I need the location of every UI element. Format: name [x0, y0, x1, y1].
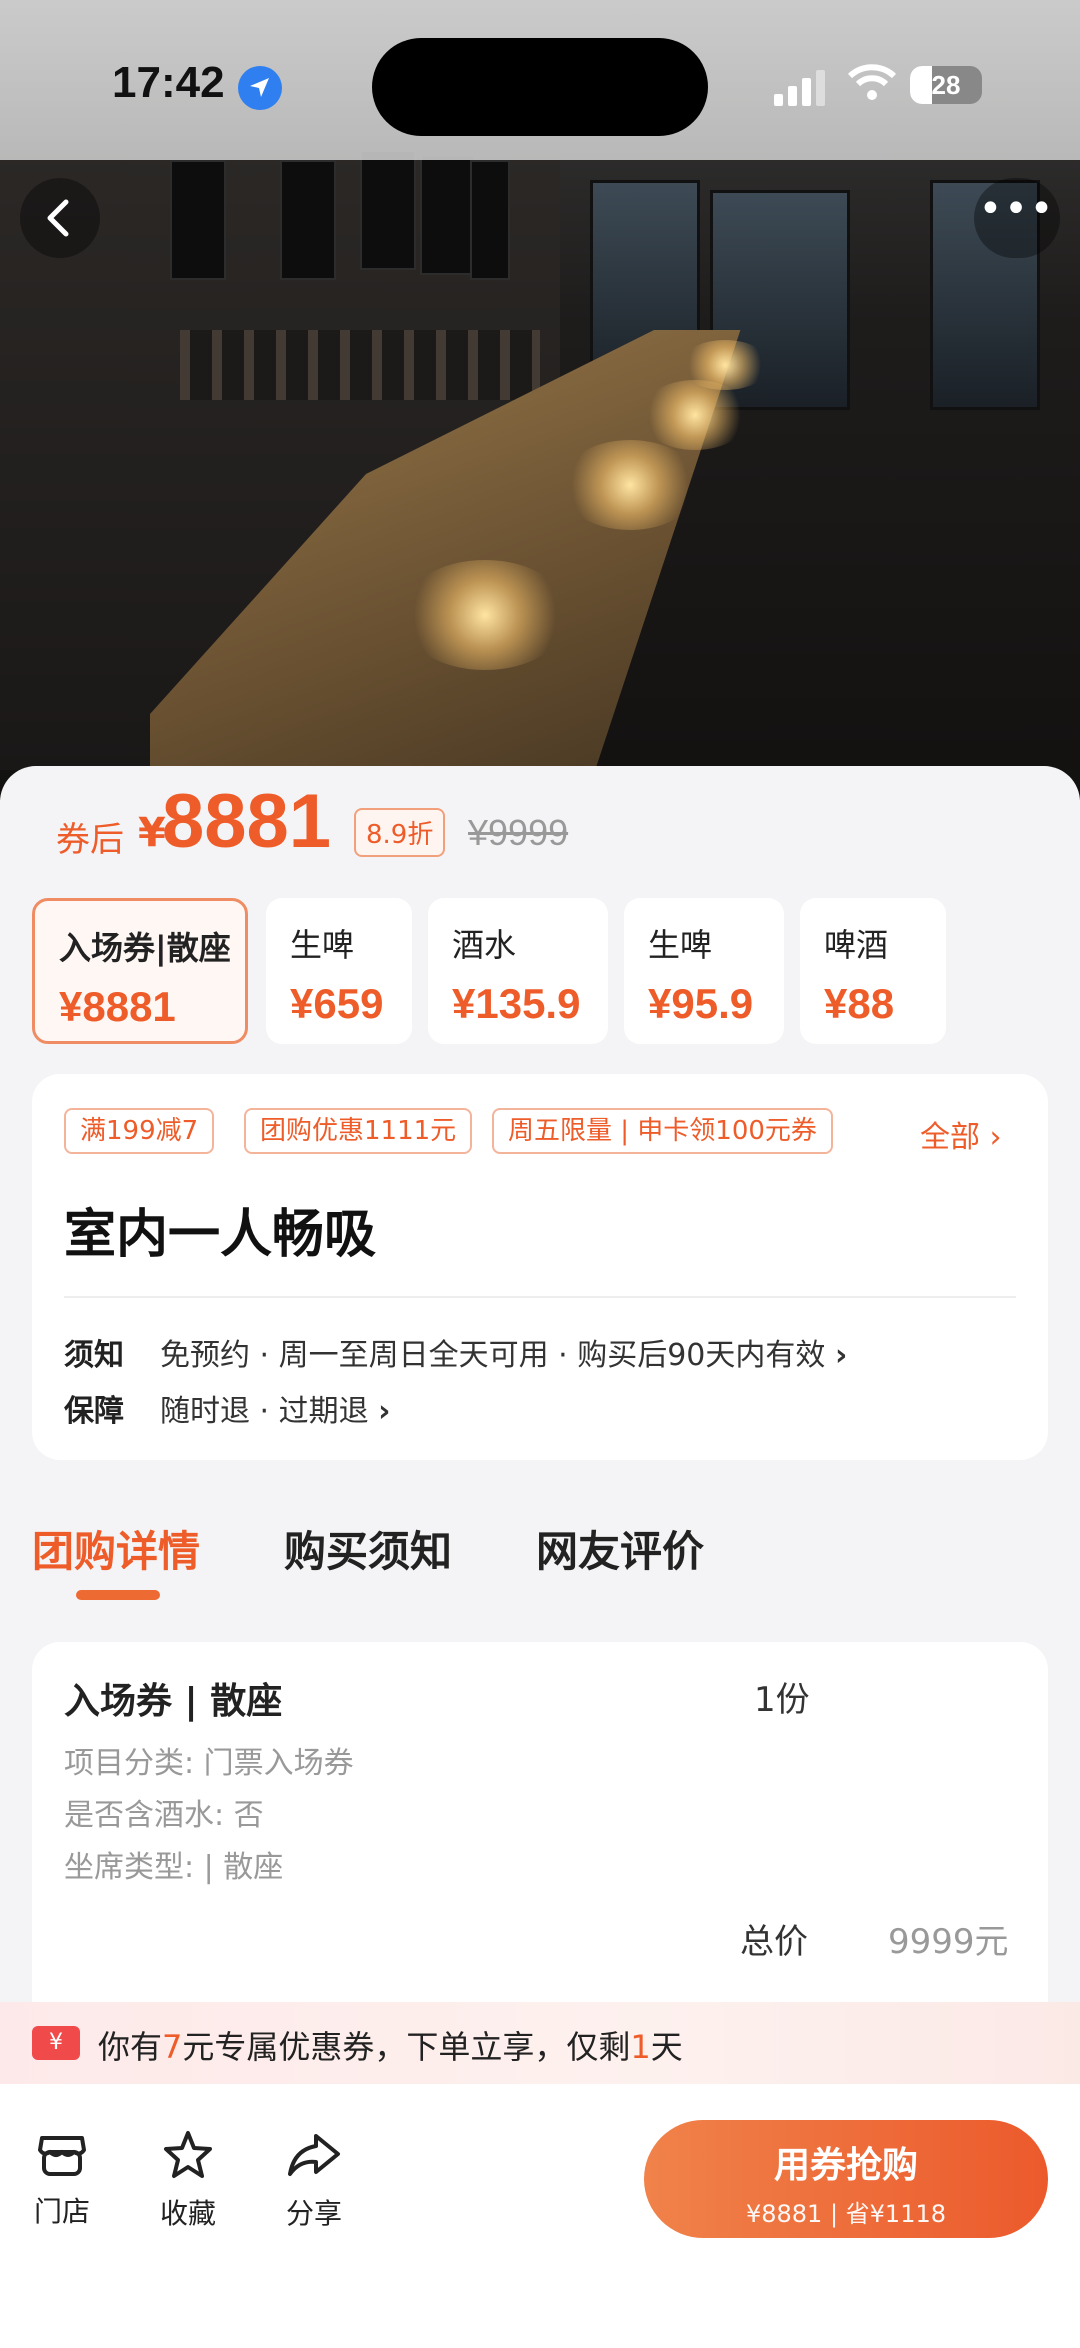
coupon-amount: 7	[162, 2028, 183, 2066]
coupon-text: 你有7元专属优惠券，下单立享，仅剩1天	[98, 2022, 683, 2068]
more-icon: •••	[978, 186, 1056, 232]
package-selector: 入场券|散座 ¥8881 生啤 ¥659 酒水 ¥135.9 生啤 ¥95.9 …	[32, 898, 1052, 1044]
deal-info-card: 满199减7 团购优惠1111元 周五限量 | 申卡领100元券 全部 › 室内…	[32, 1074, 1048, 1460]
coupon-days: 1	[630, 2028, 651, 2066]
coupon-text-mid: 元专属优惠券，下单立享，仅剩	[182, 2028, 631, 2066]
store-button[interactable]: 门店	[12, 2130, 112, 2230]
guarantee-label: 保障	[64, 1394, 124, 1429]
chevron-right-icon: ›	[834, 1338, 848, 1373]
package-option[interactable]: 生啤 ¥659	[266, 898, 412, 1044]
package-name: 酒水	[452, 926, 517, 964]
item-name: 入场券 | 散座	[64, 1681, 283, 1722]
package-name: 生啤	[290, 926, 355, 964]
share-button[interactable]: 分享	[264, 2130, 364, 2232]
package-option[interactable]: 生啤 ¥95.9	[624, 898, 784, 1044]
tab-deal-details[interactable]: 团购详情	[32, 1518, 200, 1579]
guarantee-value: 随时退 · 过期退	[160, 1394, 369, 1429]
tab-purchase-notes[interactable]: 购买须知	[284, 1518, 452, 1579]
item-attribute: 坐席类型: | 散座	[64, 1850, 284, 1885]
package-name: 啤酒	[824, 926, 889, 964]
chevron-left-icon	[47, 199, 69, 237]
light-glow	[680, 340, 770, 390]
item-quantity: 1份	[754, 1680, 810, 1720]
tab-reviews[interactable]: 网友评价	[536, 1518, 704, 1579]
guarantee-row[interactable]: 保障 随时退 · 过期退 ›	[64, 1386, 391, 1430]
store-icon	[38, 2136, 86, 2176]
light-glow	[400, 560, 570, 670]
after-coupon-label: 券后	[56, 820, 124, 860]
package-price: ¥659	[290, 980, 384, 1027]
notice-row[interactable]: 须知 免预约 · 周一至周日全天可用 · 购买后90天内有效 ›	[64, 1330, 847, 1374]
favorite-button[interactable]: 收藏	[138, 2130, 238, 2232]
status-time: 17:42	[112, 58, 225, 107]
menu-board	[170, 160, 226, 280]
signal-icon	[774, 70, 825, 106]
package-name: 入场券|散座	[59, 929, 231, 967]
chevron-right-icon: ›	[378, 1394, 391, 1429]
notice-value: 免预约 · 周一至周日全天可用 · 购买后90天内有效	[160, 1338, 826, 1373]
chevron-right-icon: ›	[989, 1120, 1002, 1155]
price-row: 券后 ¥ 8881 8.9折 ¥9999	[56, 778, 1036, 878]
coupon-icon: ¥	[32, 2026, 80, 2060]
all-promos-label: 全部	[920, 1120, 980, 1155]
item-attribute: 是否含酒水: 否	[64, 1798, 264, 1833]
discount-badge: 8.9折	[354, 808, 446, 857]
original-price: ¥9999	[468, 812, 569, 853]
more-button[interactable]: •••	[974, 178, 1060, 258]
price-amount: 8881	[162, 779, 332, 864]
status-bar: 17:42 28	[0, 0, 1080, 160]
menu-board	[470, 160, 510, 280]
cta-label: 用券抢购	[773, 2145, 918, 2186]
buy-with-coupon-button[interactable]: 用券抢购 ¥8881 | 省¥1118	[644, 2120, 1048, 2238]
deal-title: 室内一人畅吸	[64, 1205, 377, 1265]
light-glow	[640, 380, 750, 450]
promo-tag[interactable]: 满199减7	[64, 1108, 215, 1154]
menu-board	[360, 150, 416, 270]
package-name: 生啤	[648, 926, 713, 964]
total-value: 9999元	[888, 1922, 1009, 1962]
share-label: 分享	[285, 2197, 342, 2230]
coupon-text-pre: 你有	[98, 2028, 163, 2066]
bottom-action-bar: 门店 收藏 分享 用券抢购 ¥8881 | 省¥1118	[0, 2084, 1080, 2348]
deal-detail-card: 入场券 | 散座 1份 项目分类: 门票入场券 是否含酒水: 否 坐席类型: |…	[32, 1642, 1048, 2042]
menu-board	[280, 160, 336, 280]
location-icon	[238, 66, 282, 110]
share-icon	[288, 2134, 340, 2176]
dynamic-island	[372, 38, 708, 136]
package-price: ¥88	[824, 980, 895, 1027]
beer-taps	[180, 330, 540, 400]
store-label: 门店	[33, 2195, 90, 2228]
detail-tabs: 团购详情 购买须知 网友评价	[32, 1518, 1048, 1600]
package-price: ¥8881	[59, 983, 176, 1030]
package-price: ¥135.9	[452, 980, 581, 1027]
wifi-icon	[848, 64, 896, 100]
package-option[interactable]: 入场券|散座 ¥8881	[32, 898, 248, 1044]
promo-tag[interactable]: 团购优惠1111元	[244, 1108, 473, 1154]
cta-subtext: ¥8881 | 省¥1118	[745, 2200, 947, 2228]
star-icon	[164, 2131, 212, 2178]
package-option[interactable]: 酒水 ¥135.9	[428, 898, 608, 1044]
divider	[64, 1296, 1016, 1298]
coupon-text-post: 天	[650, 2028, 683, 2066]
battery-icon: 28	[910, 66, 982, 104]
back-button[interactable]	[20, 178, 100, 258]
coupon-banner[interactable]: ¥ 你有7元专属优惠券，下单立享，仅剩1天	[0, 2002, 1080, 2084]
notice-label: 须知	[64, 1338, 124, 1373]
light-glow	[560, 440, 700, 530]
favorite-label: 收藏	[159, 2197, 216, 2230]
package-option[interactable]: 啤酒 ¥88	[800, 898, 946, 1044]
item-attribute: 项目分类: 门票入场券	[64, 1746, 354, 1781]
promo-tag[interactable]: 周五限量 | 申卡领100元券	[492, 1108, 833, 1154]
package-price: ¥95.9	[648, 980, 754, 1027]
menu-board	[420, 155, 476, 275]
all-promos-link[interactable]: 全部 ›	[920, 1112, 1002, 1156]
active-tab-indicator	[76, 1590, 160, 1600]
total-label: 总价	[740, 1922, 808, 1962]
